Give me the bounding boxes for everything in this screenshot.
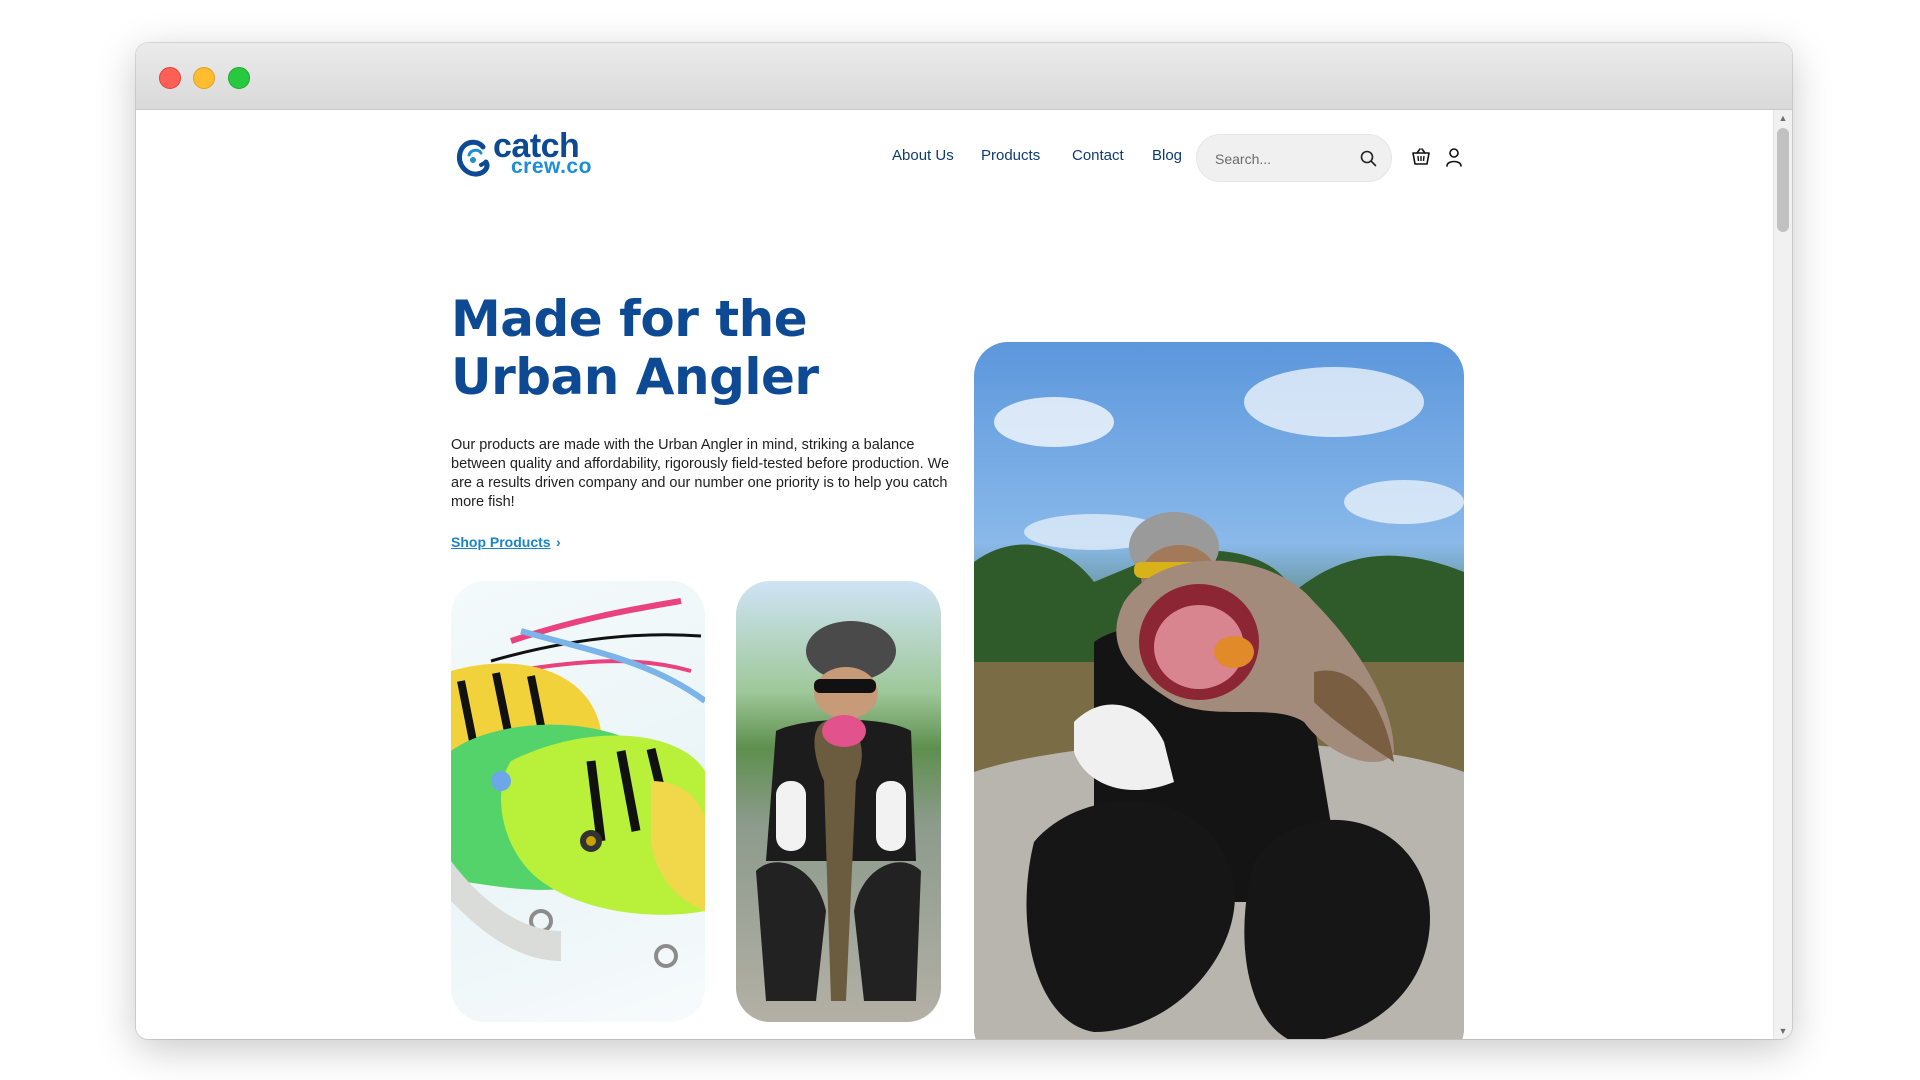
hero-title: Made for the Urban Angler: [451, 290, 819, 406]
angler-giant-snakehead-image: [974, 342, 1464, 1039]
nav-blog[interactable]: Blog: [1152, 147, 1182, 164]
search-icon[interactable]: [1360, 150, 1377, 167]
angler-snakehead-image: [736, 581, 941, 1022]
lures-product-image: [451, 581, 705, 1022]
page-viewport: catch crew.co About Us Products Contact …: [136, 110, 1774, 1039]
nav-contact[interactable]: Contact: [1072, 147, 1124, 164]
page-scrollbar[interactable]: ▲ ▼: [1773, 110, 1792, 1039]
logo-wordmark-bottom: crew.co: [511, 155, 592, 178]
basket-icon[interactable]: [1411, 147, 1431, 167]
scrollbar-thumb[interactable]: [1777, 128, 1789, 232]
browser-window: catch crew.co About Us Products Contact …: [136, 43, 1792, 1039]
nav-products[interactable]: Products: [981, 147, 1040, 164]
chevron-right-icon: ›: [556, 534, 561, 550]
scroll-down-arrow-icon[interactable]: ▼: [1774, 1023, 1792, 1039]
user-icon[interactable]: [1444, 147, 1464, 167]
site-logo[interactable]: catch crew.co: [455, 127, 595, 183]
hero-description: Our products are made with the Urban Ang…: [451, 437, 950, 510]
search-box: [1196, 134, 1392, 182]
maximize-window-button[interactable]: [228, 67, 250, 89]
minimize-window-button[interactable]: [193, 67, 215, 89]
search-input[interactable]: [1213, 147, 1347, 171]
shop-products-link[interactable]: Shop Products: [451, 534, 551, 550]
nav-about-us[interactable]: About Us: [892, 147, 954, 164]
close-window-button[interactable]: [159, 67, 181, 89]
window-titlebar: [136, 43, 1792, 110]
scroll-up-arrow-icon[interactable]: ▲: [1774, 110, 1792, 126]
